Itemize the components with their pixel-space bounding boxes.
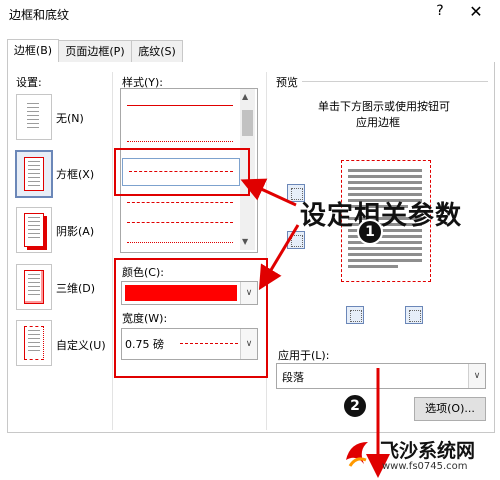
annotation-arrows [240,178,390,478]
step-badge-1: 1 [357,219,383,245]
watermark-logo-icon [340,436,374,470]
watermark-brand: 飞沙系统网 [380,440,476,462]
watermark: 飞沙系统网 www.fs0745.com [340,436,496,476]
step-badge-2: 2 [342,393,368,419]
watermark-url: www.fs0745.com [382,461,468,472]
